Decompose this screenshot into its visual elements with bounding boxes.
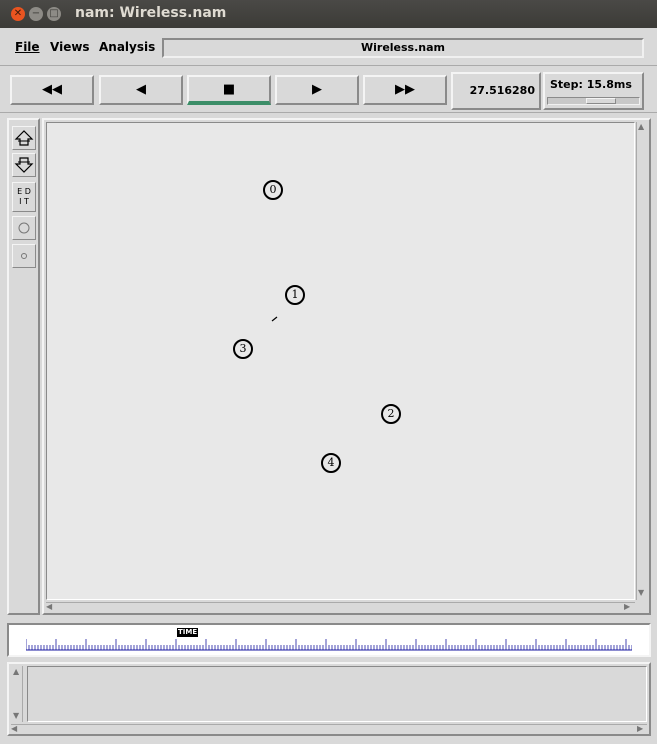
zoom-in-icon xyxy=(14,130,34,146)
menu-file[interactable]: File xyxy=(15,40,40,54)
circle-small-icon xyxy=(21,253,27,259)
annotation-scroll-down-icon[interactable]: ▼ xyxy=(13,712,19,720)
fast-forward-button[interactable]: ▶▶ xyxy=(363,75,447,105)
scroll-right-icon[interactable]: ▶ xyxy=(624,603,630,611)
annotation-scroll-left-icon[interactable]: ◀ xyxy=(11,725,17,733)
scroll-left-icon[interactable]: ◀ xyxy=(46,603,52,611)
play-icon: ▶ xyxy=(312,82,322,97)
annotation-scroll-right-icon[interactable]: ▶ xyxy=(637,725,643,733)
stop-button[interactable]: ■ xyxy=(187,75,271,105)
node-3[interactable]: 3 xyxy=(233,339,253,359)
node-2[interactable]: 2 xyxy=(381,404,401,424)
fast-forward-icon: ▶▶ xyxy=(395,82,415,97)
play-backward-icon: ◀ xyxy=(136,82,146,97)
zoom-in-button[interactable] xyxy=(12,126,36,150)
play-button[interactable]: ▶ xyxy=(275,75,359,105)
scroll-up-icon[interactable]: ▲ xyxy=(638,123,644,131)
annotation-text-area[interactable] xyxy=(27,666,647,722)
node-4[interactable]: 4 xyxy=(321,453,341,473)
node-1[interactable]: 1 xyxy=(285,285,305,305)
small-node-button[interactable] xyxy=(12,244,36,268)
packet-mark xyxy=(271,316,278,322)
annotation-panel: ▲ ▼ ◀ ▶ xyxy=(7,662,651,736)
stop-icon: ■ xyxy=(222,82,236,97)
annotation-vertical-scrollbar[interactable]: ▲ ▼ xyxy=(11,666,23,722)
canvas-horizontal-scrollbar[interactable]: ◀ ▶ xyxy=(46,602,635,611)
rewind-icon: ◀◀ xyxy=(42,82,62,97)
zoom-out-button[interactable] xyxy=(12,153,36,177)
playback-controls: ◀◀ ◀ ■ ▶ ▶▶ 27.516280 Step: 15.8ms xyxy=(0,67,657,113)
close-icon[interactable]: ✕ xyxy=(11,7,25,21)
timeline-ticks xyxy=(26,639,632,651)
network-view: 0 1 2 3 4 ▲ ▼ ◀ ▶ xyxy=(42,118,651,615)
annotation-horizontal-scrollbar[interactable]: ◀ ▶ xyxy=(11,724,647,733)
circle-large-icon xyxy=(18,222,30,234)
step-back-button[interactable]: ◀ xyxy=(99,75,183,105)
menu-views[interactable]: Views xyxy=(50,40,90,54)
menu-bar: File Views Analysis Wireless.nam xyxy=(0,28,657,66)
edit-button[interactable]: E D I T xyxy=(12,182,36,212)
title-bar: ✕ − □ nam: Wireless.nam xyxy=(0,0,657,28)
time-display: 27.516280 xyxy=(451,72,541,110)
maximize-icon[interactable]: □ xyxy=(47,7,61,21)
window-title: nam: Wireless.nam xyxy=(75,5,227,21)
step-control: Step: 15.8ms xyxy=(543,72,644,110)
node-0[interactable]: 0 xyxy=(263,180,283,200)
minimize-icon[interactable]: − xyxy=(29,7,43,21)
timeline[interactable]: TIME xyxy=(7,623,651,657)
animation-canvas[interactable]: 0 1 2 3 4 xyxy=(46,122,635,600)
toolbox: E D I T xyxy=(7,118,40,615)
file-name-display: Wireless.nam xyxy=(162,38,644,58)
menu-analysis[interactable]: Analysis xyxy=(99,40,155,54)
step-slider-thumb[interactable] xyxy=(586,98,616,104)
scroll-down-icon[interactable]: ▼ xyxy=(638,589,644,597)
annotation-scroll-up-icon[interactable]: ▲ xyxy=(13,668,19,676)
large-node-button[interactable] xyxy=(12,216,36,240)
step-label: Step: 15.8ms xyxy=(550,78,632,91)
zoom-out-icon xyxy=(14,157,34,173)
canvas-vertical-scrollbar[interactable]: ▲ ▼ xyxy=(636,122,647,600)
step-slider[interactable] xyxy=(547,97,640,105)
rewind-button[interactable]: ◀◀ xyxy=(10,75,94,105)
time-marker[interactable]: TIME xyxy=(177,628,199,637)
